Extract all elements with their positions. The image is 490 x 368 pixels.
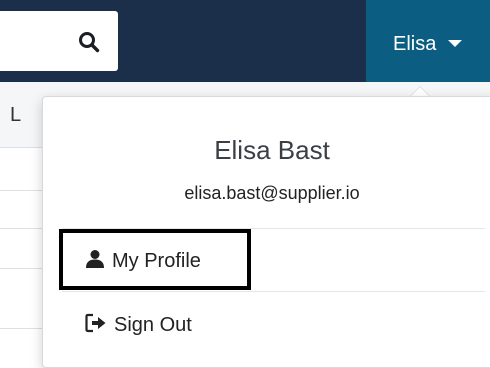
user-full-name: Elisa Bast [214,135,330,165]
partial-page-text: L [10,104,22,126]
caret-down-icon [448,40,462,47]
top-navbar: Elisa [0,0,490,82]
highlight-box [59,229,251,290]
search-icon[interactable] [78,31,100,53]
sign-out-icon [85,313,107,338]
user-menu-toggle[interactable]: Elisa [366,0,490,82]
dropdown-divider [62,291,485,292]
user-email: elisa.bast@supplier.io [184,183,360,203]
sign-out-label: Sign Out [114,313,192,336]
search-input[interactable] [0,11,118,71]
user-menu-label: Elisa [393,33,437,55]
sign-out-link[interactable]: Sign Out [85,309,192,341]
